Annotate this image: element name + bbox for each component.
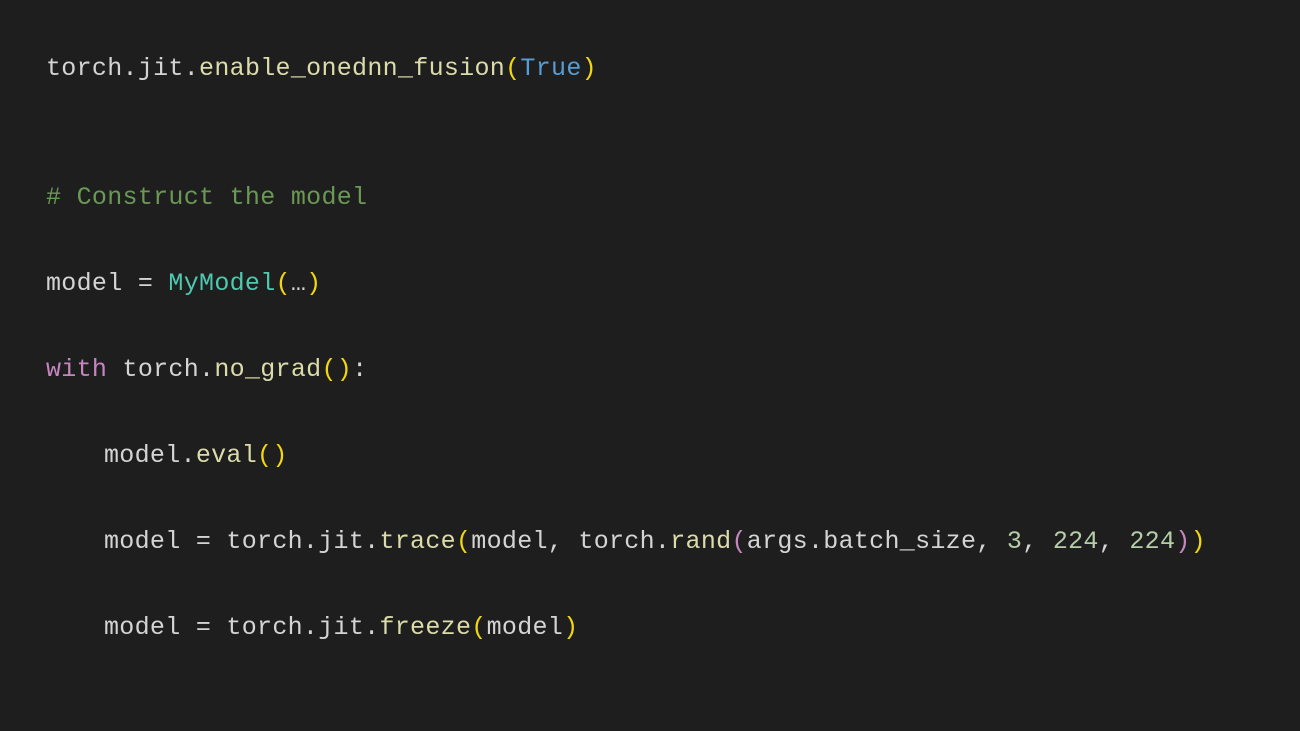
paren-open: (: [456, 527, 471, 556]
paren-open-inner: (: [731, 527, 746, 556]
paren-open: (: [257, 441, 272, 470]
code-token-number: 224: [1129, 527, 1175, 556]
code-token-function: eval: [196, 441, 257, 470]
paren-close: ): [306, 269, 321, 298]
paren-open: (: [321, 355, 336, 384]
paren-close: ): [563, 613, 578, 642]
code-token-function: no_grad: [214, 355, 321, 384]
paren-open: (: [471, 613, 486, 642]
code-token-function: freeze: [379, 613, 471, 642]
comment-text: # Construct the model: [46, 183, 367, 212]
code-token: torch.jit.: [46, 54, 199, 83]
code-line: model = torch.jit.freeze(model): [46, 606, 1300, 649]
code-line: model = MyModel(…): [46, 262, 1300, 305]
code-line-comment: # Construct the model: [46, 176, 1300, 219]
code-token: args.batch_size,: [747, 527, 1007, 556]
paren-close: ): [337, 355, 352, 384]
code-line: model.eval(): [46, 434, 1300, 477]
code-token-function: trace: [379, 527, 456, 556]
code-token: :: [352, 355, 367, 384]
paren-close: ): [582, 54, 597, 83]
code-token: …: [291, 269, 306, 298]
code-line: with torch.no_grad():: [46, 348, 1300, 391]
code-token-function: rand: [670, 527, 731, 556]
code-editor[interactable]: torch.jit.enable_onednn_fusion(True) # C…: [0, 0, 1300, 731]
code-token: ,: [1022, 527, 1053, 556]
paren-open: (: [276, 269, 291, 298]
code-token: model: [487, 613, 564, 642]
code-token: model =: [46, 269, 168, 298]
code-token-keyword: True: [520, 54, 581, 83]
code-token-class: MyModel: [168, 269, 275, 298]
code-token-function: enable_onednn_fusion: [199, 54, 505, 83]
code-token: model = torch.jit.: [104, 527, 379, 556]
code-token: model = torch.jit.: [104, 613, 379, 642]
code-token: model.: [104, 441, 196, 470]
code-line: torch.jit.enable_onednn_fusion(True): [46, 47, 1300, 90]
code-line: model = torch.jit.trace(model, torch.ran…: [46, 520, 1300, 563]
code-token-keyword: with: [46, 355, 107, 384]
paren-close: ): [1191, 527, 1206, 556]
code-token: ,: [1099, 527, 1130, 556]
paren-close-inner: ): [1175, 527, 1190, 556]
code-token-number: 3: [1007, 527, 1022, 556]
code-token: torch.: [107, 355, 214, 384]
paren-close: ): [272, 441, 287, 470]
code-token-number: 224: [1053, 527, 1099, 556]
code-token: model, torch.: [471, 527, 670, 556]
paren-open: (: [505, 54, 520, 83]
